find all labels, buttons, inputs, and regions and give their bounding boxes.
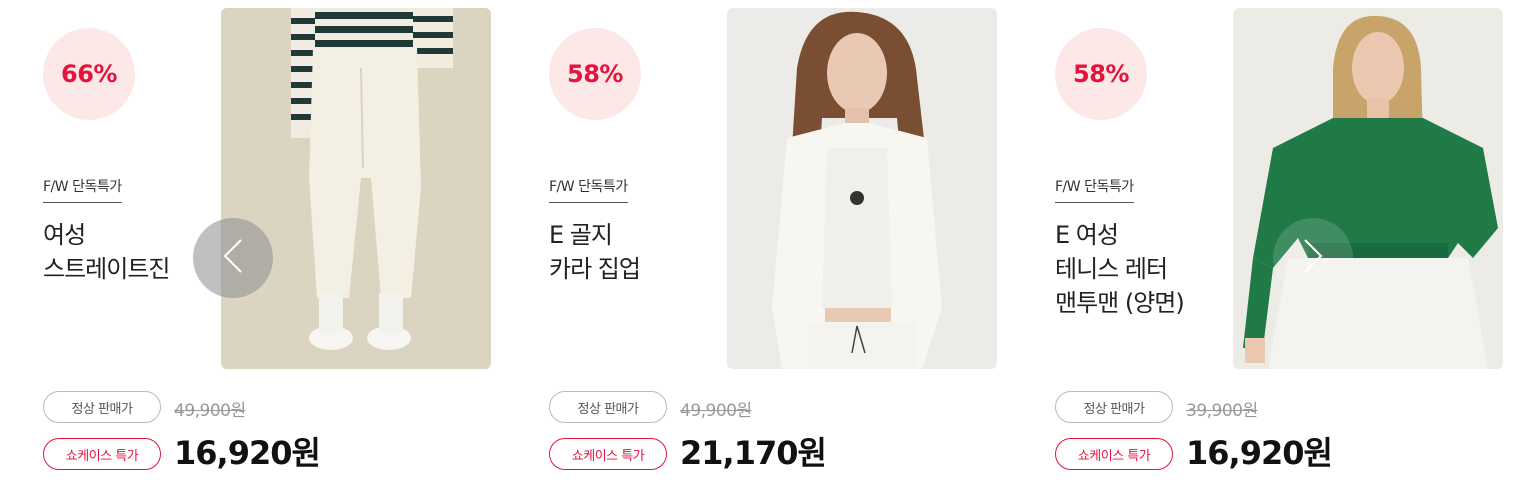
product-name-line: 맨투맨 (양면) bbox=[1055, 289, 1185, 317]
special-price-label: 쇼케이스 특가 bbox=[1055, 438, 1173, 470]
product-name[interactable]: E 골지 카라 집업 bbox=[549, 218, 709, 286]
regular-price: 49,900원 bbox=[680, 401, 752, 421]
promo-tag: F/W 단독특가 bbox=[549, 176, 628, 203]
product-card[interactable]: 58% F/W 단독특가 E 골지 카라 집업 정상 판매가 49,900원 쇼… bbox=[506, 0, 997, 483]
special-price: 16,920원 bbox=[174, 434, 321, 472]
product-carousel: 66% F/W 단독특가 여성 스트레이트진 정상 판매가 49,900원 쇼케… bbox=[0, 0, 1513, 483]
promo-tag: F/W 단독특가 bbox=[1055, 176, 1134, 203]
discount-badge: 58% bbox=[549, 28, 641, 120]
special-price-label: 쇼케이스 특가 bbox=[549, 438, 667, 470]
product-name[interactable]: E 여성 테니스 레터 맨투맨 (양면) bbox=[1055, 218, 1215, 320]
product-card[interactable]: 58% F/W 단독특가 E 여성 테니스 레터 맨투맨 (양면) 정상 판매가… bbox=[1012, 0, 1503, 483]
discount-badge: 66% bbox=[43, 28, 135, 120]
special-price: 16,920원 bbox=[1186, 434, 1333, 472]
product-name-line: 스트레이트진 bbox=[43, 255, 170, 283]
regular-price-label: 정상 판매가 bbox=[1055, 391, 1173, 423]
product-name-line: E 여성 bbox=[1055, 221, 1119, 249]
product-name-line: 테니스 레터 bbox=[1055, 255, 1168, 283]
regular-price-label: 정상 판매가 bbox=[43, 391, 161, 423]
product-image[interactable] bbox=[221, 8, 491, 369]
promo-tag: F/W 단독특가 bbox=[43, 176, 122, 203]
special-price-label: 쇼케이스 특가 bbox=[43, 438, 161, 470]
product-name-line: 카라 집업 bbox=[549, 255, 641, 283]
carousel-next-button[interactable] bbox=[1273, 218, 1353, 298]
chevron-right-icon bbox=[1301, 236, 1325, 280]
carousel-prev-button[interactable] bbox=[193, 218, 273, 298]
product-image[interactable] bbox=[727, 8, 997, 369]
product-image[interactable] bbox=[1233, 8, 1503, 369]
discount-badge: 58% bbox=[1055, 28, 1147, 120]
product-name-line: 여성 bbox=[43, 221, 86, 249]
product-name[interactable]: 여성 스트레이트진 bbox=[43, 218, 203, 286]
regular-price: 39,900원 bbox=[1186, 401, 1258, 421]
special-price: 21,170원 bbox=[680, 434, 827, 472]
chevron-left-icon bbox=[221, 236, 245, 280]
product-name-line: E 골지 bbox=[549, 221, 613, 249]
regular-price: 49,900원 bbox=[174, 401, 246, 421]
regular-price-label: 정상 판매가 bbox=[549, 391, 667, 423]
